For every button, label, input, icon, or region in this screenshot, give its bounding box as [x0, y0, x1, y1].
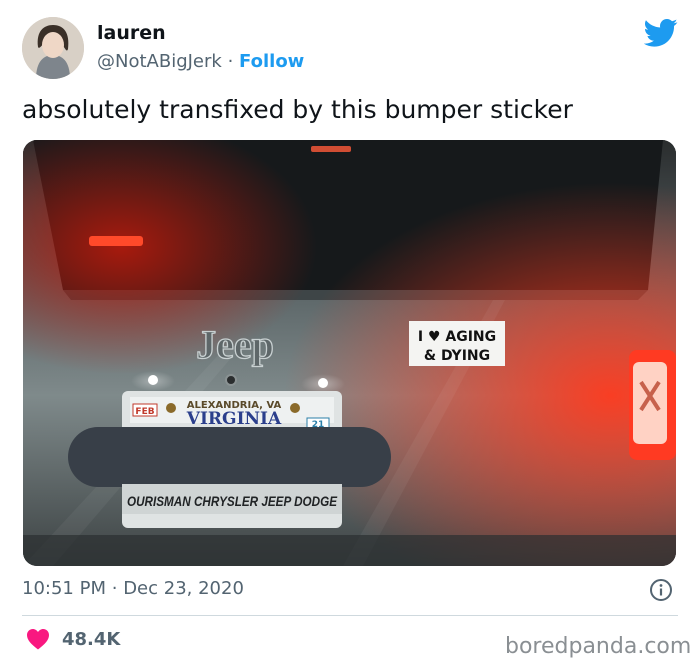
avatar[interactable] [22, 17, 84, 79]
follow-button[interactable]: Follow [239, 51, 304, 72]
plate-state: VIRGINIA [186, 409, 282, 429]
car-photo: Jeep I ♥ AGING & DYING ALEXANDRIA, VA VI… [23, 140, 676, 566]
twitter-bird-icon[interactable] [644, 18, 678, 48]
tweet-date: Dec 23, 2020 [123, 578, 244, 599]
like-button[interactable]: 48.4K [26, 628, 120, 650]
watermark: boredpanda.com [505, 634, 692, 659]
heart-icon [27, 629, 49, 650]
separator-dot: · [227, 51, 234, 72]
separator-dot: · [111, 578, 118, 599]
plate-month: FEB [135, 407, 154, 417]
sticker-line-2: & DYING [424, 348, 490, 364]
dealer-frame-text: OURISMAN CHRYSLER JEEP DODGE [127, 493, 338, 509]
divider [22, 615, 678, 616]
author-handle-row: @NotABigJerk · Follow [97, 51, 304, 72]
tweet-photo[interactable]: Jeep I ♥ AGING & DYING ALEXANDRIA, VA VI… [23, 140, 676, 566]
author-name[interactable]: lauren [97, 22, 166, 44]
info-icon[interactable] [649, 578, 673, 602]
tweet-time: 10:51 PM [22, 578, 106, 599]
tweet-text: absolutely transfixed by this bumper sti… [22, 95, 573, 124]
like-count: 48.4K [62, 628, 121, 650]
author-handle[interactable]: @NotABigJerk [97, 51, 222, 72]
sticker-line-1: I ♥ AGING [418, 329, 496, 345]
avatar-image [22, 17, 84, 79]
tweet-timestamp[interactable]: 10:51 PM · Dec 23, 2020 [22, 578, 244, 599]
jeep-logo: Jeep [196, 322, 274, 367]
